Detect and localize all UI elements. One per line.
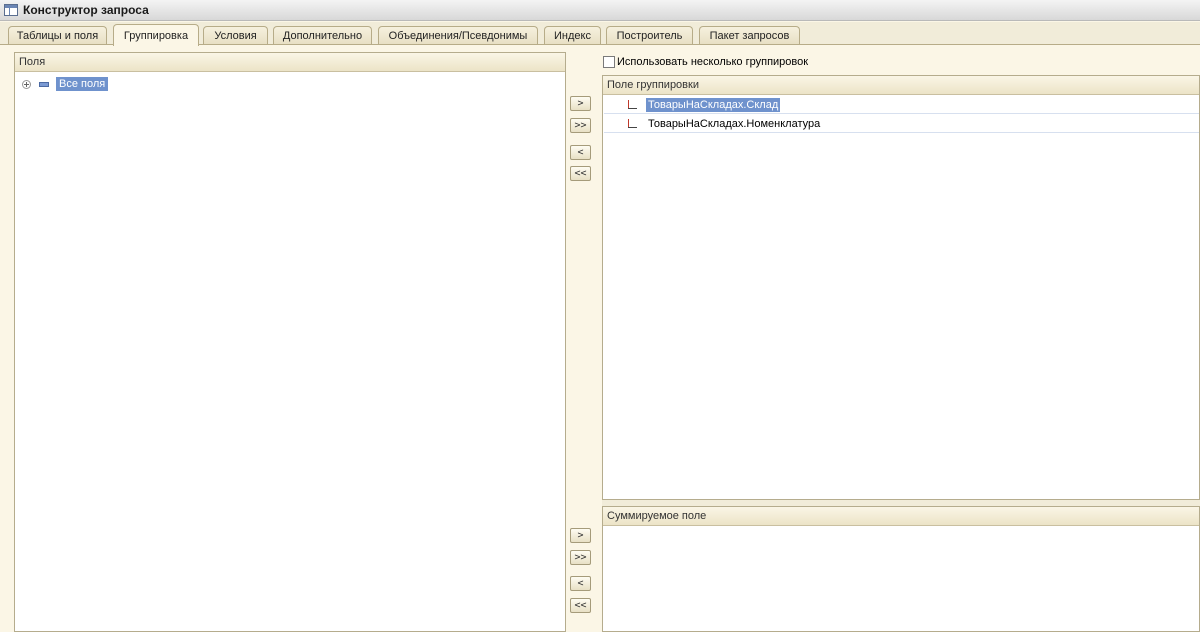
grouping-row[interactable]: ТоварыНаСкладах.Склад (604, 96, 1199, 114)
tab-query-batch[interactable]: Пакет запросов (699, 26, 800, 45)
tree-item-label: Все поля (56, 77, 109, 91)
tab-tables-and-fields[interactable]: Таблицы и поля (8, 26, 107, 45)
attribute-icon (626, 118, 638, 130)
summed-fields-header-label: Суммируемое поле (607, 510, 707, 522)
remove-all-button[interactable]: << (570, 166, 591, 181)
fields-header-label: Поля (19, 56, 46, 68)
add-all-button[interactable]: >> (570, 118, 591, 133)
summed-fields-panel[interactable]: Суммируемое поле (602, 506, 1200, 632)
grouping-fields-panel[interactable]: Поле группировки ТоварыНаСкладах.Склад Т… (602, 75, 1200, 500)
multiple-groupings-label: Использовать несколько группировок (617, 56, 809, 68)
grouping-row-label: ТоварыНаСкладах.Склад (646, 97, 781, 112)
remove-sum-button[interactable]: < (570, 576, 591, 591)
grouping-row[interactable]: ТоварыНаСкладах.Номенклатура (604, 115, 1199, 133)
multiple-groupings-option[interactable]: Использовать несколько группировок (603, 55, 808, 69)
tab-additional[interactable]: Дополнительно (273, 26, 372, 45)
tab-conditions[interactable]: Условия (203, 26, 268, 45)
tab-builder[interactable]: Построитель (606, 26, 693, 45)
fields-group-icon (39, 81, 49, 87)
grouping-row-label: ТоварыНаСкладах.Номенклатура (648, 117, 821, 130)
tab-grouping[interactable]: Группировка (113, 24, 199, 46)
window-title: Конструктор запроса (23, 3, 149, 17)
grouping-fields-header-label: Поле группировки (607, 79, 699, 91)
add-all-sum-button[interactable]: >> (570, 550, 591, 565)
tab-strip: Таблицы и поля Группировка Условия Допол… (0, 22, 1200, 46)
attribute-icon (626, 99, 638, 111)
expand-icon[interactable] (22, 79, 31, 89)
fields-header: Поля (15, 53, 565, 72)
fields-panel[interactable]: Поля Все поля (14, 52, 566, 632)
title-bar: Конструктор запроса (0, 0, 1200, 21)
tab-index[interactable]: Индекс (544, 26, 601, 45)
query-designer-icon (4, 4, 18, 16)
tree-item-all-fields[interactable]: Все поля (22, 76, 109, 92)
grouping-fields-header: Поле группировки (603, 76, 1199, 95)
add-button[interactable]: > (570, 96, 591, 111)
add-sum-button[interactable]: > (570, 528, 591, 543)
summed-fields-header: Суммируемое поле (603, 507, 1199, 526)
remove-all-sum-button[interactable]: << (570, 598, 591, 613)
tab-unions-aliases[interactable]: Объединения/Псевдонимы (378, 26, 538, 45)
remove-button[interactable]: < (570, 145, 591, 160)
multiple-groupings-checkbox[interactable] (603, 56, 615, 68)
